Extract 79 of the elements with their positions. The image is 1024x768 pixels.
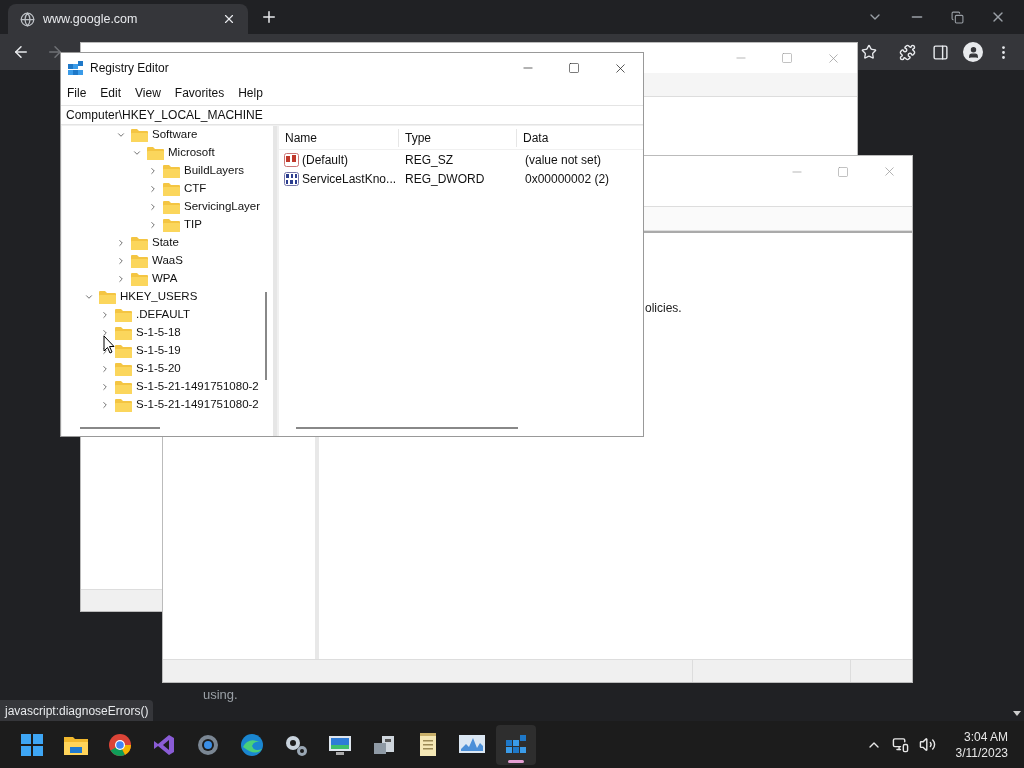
clock-time[interactable]: 3:04 AM [963, 728, 1008, 745]
side-panel-icon[interactable] [932, 43, 949, 61]
back-icon[interactable] [12, 43, 30, 61]
menu-item[interactable]: File [67, 84, 87, 102]
globe-icon [20, 11, 35, 27]
string-value-icon [284, 152, 299, 167]
folder-icon [131, 254, 148, 268]
windows-logo-icon [21, 733, 43, 756]
folder-icon [131, 128, 148, 142]
folder-icon [115, 344, 132, 358]
binary-value-icon [284, 171, 299, 186]
tree-item[interactable]: Software [152, 126, 198, 144]
tree-item[interactable]: S-1-5-19 [136, 342, 181, 360]
registry-taskbar-icon[interactable] [496, 724, 536, 765]
folder-icon [131, 236, 148, 250]
value-name[interactable]: ServiceLastKno... [302, 169, 397, 188]
tree-item[interactable]: HKEY_USERS [120, 288, 198, 306]
value-type: REG_SZ [404, 151, 454, 169]
network-icon[interactable] [891, 736, 909, 753]
address-bar[interactable]: Computer\HKEY_LOCAL_MACHINE [61, 105, 643, 125]
page-text: using. [203, 686, 238, 704]
browser-restore-icon[interactable] [951, 10, 964, 24]
menu-item[interactable]: Favorites [174, 84, 225, 102]
vertical-scrollbar-thumb[interactable] [265, 292, 267, 380]
profile-icon[interactable] [963, 42, 983, 62]
folder-icon [115, 326, 132, 340]
folder-icon [163, 218, 180, 232]
folder-icon [163, 182, 180, 196]
folder-icon [147, 146, 164, 160]
tree-item[interactable]: WPA [152, 270, 178, 288]
column-header[interactable]: Data [517, 128, 549, 147]
expanded-chevron-icon[interactable] [116, 130, 126, 140]
folder-icon [115, 308, 132, 322]
extensions-icon[interactable] [899, 43, 916, 61]
status-bubble: javascript:diagnoseErrors() [0, 700, 154, 721]
tree-item[interactable]: .DEFAULT [136, 306, 191, 324]
clock-date[interactable]: 3/11/2023 [955, 744, 1008, 761]
mouse-pointer-icon [103, 335, 115, 354]
menu-item[interactable]: Help [238, 84, 263, 102]
tree-item[interactable]: BuildLayers [184, 162, 245, 180]
window-text: olicies. [645, 300, 682, 317]
volume-icon[interactable] [918, 736, 936, 753]
folder-icon [115, 380, 132, 394]
value-data: (value not set) [524, 151, 602, 169]
tree-item[interactable]: S-1-5-20 [136, 360, 181, 378]
tree-item[interactable]: CTF [184, 180, 207, 198]
folder-icon [131, 272, 148, 286]
expanded-chevron-icon[interactable] [84, 292, 94, 302]
tree-item[interactable]: S-1-5-21-1491751080-2 [136, 396, 259, 414]
expanded-chevron-icon[interactable] [132, 148, 142, 158]
folder-icon [115, 362, 132, 376]
menu-item[interactable]: Edit [100, 84, 122, 102]
value-data: 0x00000002 (2) [524, 170, 610, 188]
registry-cubes-icon [68, 60, 83, 76]
tree-item[interactable]: Microsoft [168, 144, 215, 162]
folder-icon [99, 290, 116, 304]
horizontal-scrollbar-thumb[interactable] [296, 427, 518, 429]
window-title: Registry Editor [90, 60, 170, 77]
scroll-down-arrow-icon[interactable] [1010, 708, 1024, 718]
tree-item[interactable]: State [152, 234, 179, 252]
tree-item[interactable]: S-1-5-21-1491751080-2 [136, 378, 259, 396]
value-type: REG_DWORD [404, 170, 486, 188]
folder-icon [163, 164, 180, 178]
maximize-icon[interactable] [568, 62, 580, 74]
tree-item[interactable]: TIP [184, 216, 202, 234]
close-tab-icon[interactable] [222, 12, 236, 26]
column-header[interactable]: Type [399, 128, 517, 147]
folder-icon [115, 398, 132, 412]
horizontal-scrollbar-thumb[interactable] [80, 427, 160, 429]
new-tab-icon[interactable] [260, 8, 278, 26]
tree-item[interactable]: ServicingLayer [184, 198, 261, 216]
menu-item[interactable]: View [135, 84, 161, 102]
value-name[interactable]: (Default) [302, 150, 348, 169]
bookmark-star-icon[interactable] [861, 44, 877, 60]
folder-icon [163, 200, 180, 214]
tree-item[interactable]: WaaS [152, 252, 183, 270]
column-header[interactable]: Name [279, 128, 399, 147]
tree-item[interactable]: S-1-5-18 [136, 324, 181, 342]
browser-tab[interactable]: www.google.com [8, 4, 248, 34]
